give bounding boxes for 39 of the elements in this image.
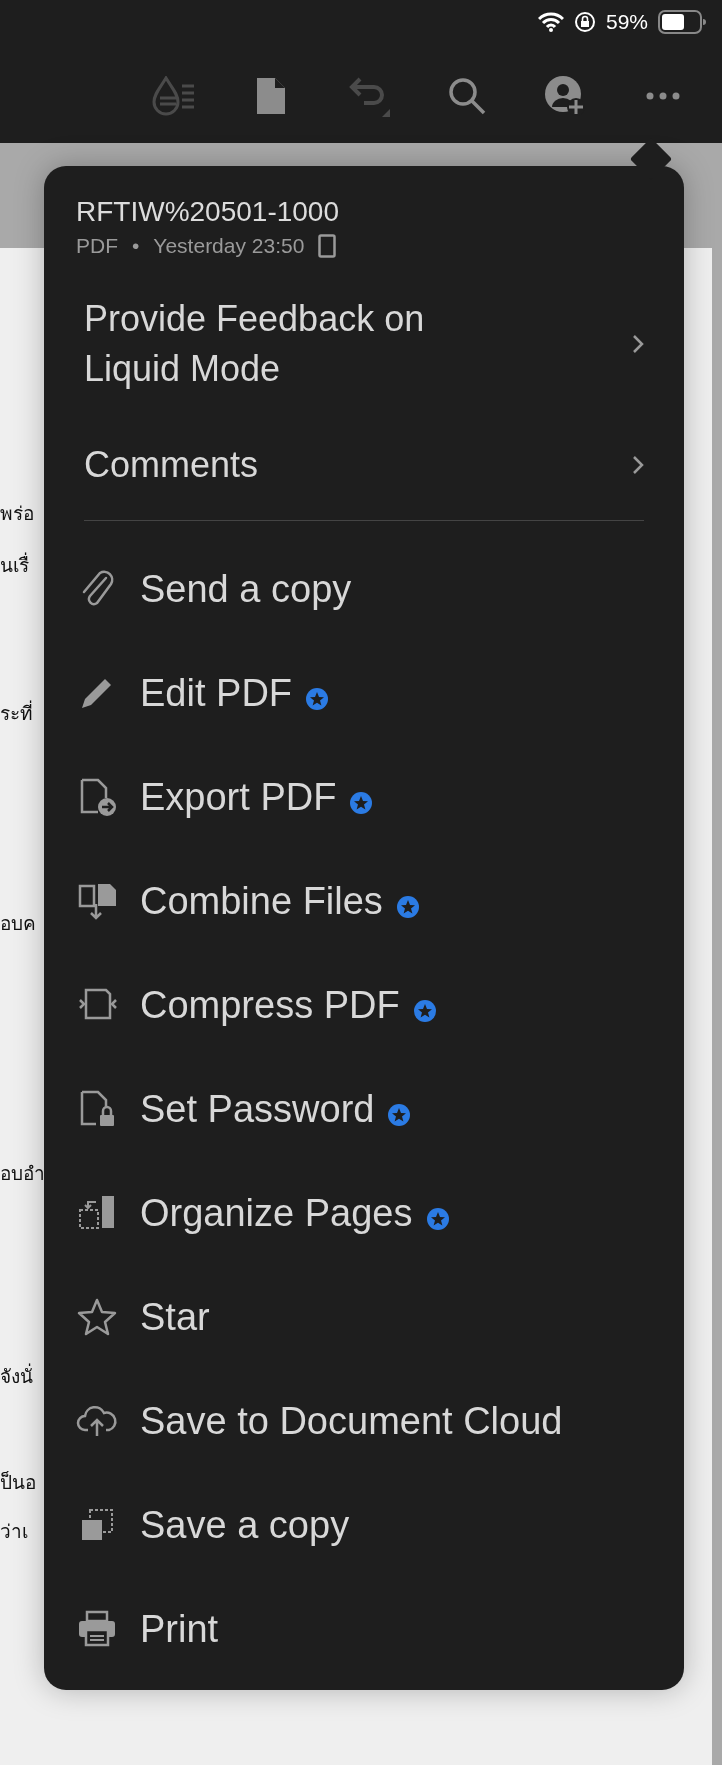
tablet-icon [318, 234, 337, 258]
star-icon [76, 1296, 118, 1338]
submenu-item[interactable]: Comments [44, 440, 684, 490]
document-icon [257, 77, 285, 114]
modified-time: Yesterday 23:50 [153, 234, 305, 258]
chevron-right-icon [632, 455, 644, 475]
search-icon [448, 76, 486, 115]
document-title: RFTIW%20501-1000 [75, 196, 340, 228]
document-text: ว่าเ [0, 1519, 28, 1544]
document-text: พร่อ [0, 501, 34, 526]
menu-item[interactable]: Send a copy [44, 537, 684, 641]
more-icon [645, 90, 681, 101]
separator: • [132, 234, 140, 258]
menu-item[interactable]: Organize Pages [44, 1161, 684, 1265]
submenu-item[interactable]: Provide Feedback on Liquid Mode [44, 294, 684, 394]
rotation-lock-icon [573, 11, 596, 33]
menu-item[interactable]: Compress PDF [44, 953, 684, 1057]
chevron-right-icon [632, 334, 644, 354]
menu-item[interactable]: Save a copy [44, 1473, 684, 1577]
battery-percentage: 59% [605, 10, 648, 34]
menu-item[interactable]: Export PDF [44, 745, 684, 849]
menu-item[interactable]: Save to Document Cloud [44, 1369, 684, 1473]
menu-item[interactable]: Star [44, 1265, 684, 1369]
file-type: PDF [76, 234, 118, 258]
document-text: ระที่ [0, 699, 33, 726]
menu-item[interactable]: Print [44, 1577, 684, 1681]
menu-item[interactable]: Edit PDF [44, 641, 684, 745]
document-text: นเรื่ [0, 551, 29, 578]
menu-item[interactable]: Combine Files [44, 849, 684, 953]
document-text: อบค [0, 911, 36, 936]
document-text: ป็นอ [0, 1470, 36, 1495]
battery-icon [658, 10, 706, 34]
wifi-icon [537, 12, 564, 32]
document-text: จังนั่ [0, 1362, 33, 1389]
add-user-icon [544, 74, 586, 117]
document-text: อบอำ [0, 1161, 45, 1186]
droplet-lines-icon [150, 75, 196, 116]
scrollbar[interactable] [712, 248, 722, 1765]
menu-item[interactable]: Set Password [44, 1057, 684, 1161]
